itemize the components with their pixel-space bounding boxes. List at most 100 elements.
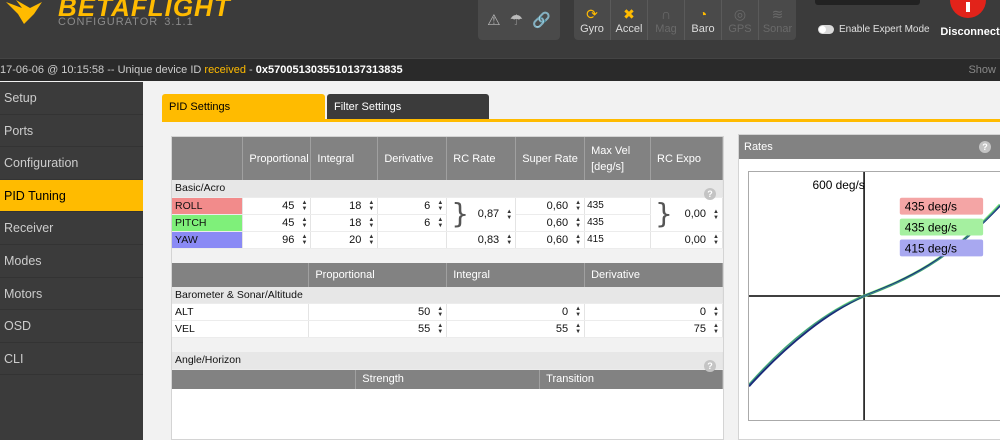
legend-yaw-label: 415 deg/s bbox=[905, 241, 957, 255]
alt-i-input[interactable]: 0 ▲ ▼ bbox=[446, 303, 586, 321]
row-label-alt: ALT bbox=[172, 303, 310, 321]
stepper-icon[interactable]: ▲ ▼ bbox=[300, 200, 307, 212]
alt-p-input[interactable]: 50 ▲ ▼ bbox=[308, 303, 448, 321]
yaw-rc-expo-input[interactable]: 0,00 ▲ ▼ bbox=[650, 231, 723, 249]
help-icon[interactable]: ? bbox=[704, 360, 716, 372]
brace-right: } bbox=[655, 196, 673, 230]
roll-super-rate-input[interactable]: 0,60 ▲ ▼ bbox=[515, 197, 586, 215]
max-rate-label: 600 deg/s bbox=[813, 178, 865, 192]
col-derivative: Derivative bbox=[377, 137, 448, 180]
warning-icon: ⚠ bbox=[487, 12, 501, 29]
toggle-switch[interactable] bbox=[818, 25, 834, 34]
sidebar-item-configuration[interactable]: Configuration bbox=[0, 147, 143, 180]
log-bar: 17-06-06 @ 10:15:58 -- Unique device ID … bbox=[0, 58, 1000, 81]
col-baro-derivative: Derivative bbox=[584, 262, 723, 287]
sensor-accel: ✖ Accel bbox=[611, 0, 648, 40]
disconnect-button[interactable]: Disconnect bbox=[938, 0, 1000, 58]
sidebar-item-receiver[interactable]: Receiver bbox=[0, 212, 143, 245]
rates-panel: Rates ? 600 deg/s 435 deg/s 435 deg/s 41… bbox=[738, 134, 1000, 440]
stepper-icon[interactable]: ▲ ▼ bbox=[436, 200, 443, 212]
mag-icon: ∩ bbox=[660, 6, 672, 22]
stepper-icon[interactable]: ▲ ▼ bbox=[436, 306, 443, 318]
yaw-i-input[interactable]: 20 ▲ ▼ bbox=[310, 231, 379, 249]
stepper-icon[interactable]: ▲ ▼ bbox=[367, 234, 374, 246]
pitch-max-vel: 435 bbox=[584, 214, 652, 232]
baro-icon: ◔ bbox=[698, 6, 708, 22]
stepper-icon[interactable]: ▲ ▼ bbox=[712, 234, 719, 246]
sensor-sonar: ≋ Sonar bbox=[762, 6, 793, 35]
app-logo: BETAFLIGHT CONFIGURATOR 3.1.1 bbox=[0, 0, 230, 40]
stepper-icon[interactable]: ▲ ▼ bbox=[505, 209, 512, 221]
roll-pitch-rc-expo-input[interactable]: } 0,00 ▲ ▼ bbox=[650, 196, 723, 232]
show-log-button[interactable]: Show bbox=[968, 59, 996, 81]
disconnect-icon[interactable] bbox=[950, 0, 986, 18]
expert-mode-label: Enable Expert Mode bbox=[839, 24, 930, 35]
roll-pitch-rc-rate-input[interactable]: } 0,87 ▲ ▼ bbox=[446, 197, 517, 232]
stepper-icon[interactable]: ▲ ▼ bbox=[300, 217, 307, 229]
roll-d-input[interactable]: 6 ▲ ▼ bbox=[377, 197, 448, 215]
col-max-vel: Max Vel [deg/s] bbox=[584, 137, 652, 180]
sonar-icon: ≋ bbox=[771, 6, 784, 22]
sidebar-item-modes[interactable]: Modes bbox=[0, 245, 143, 278]
link-icon: 🔗 bbox=[532, 12, 551, 29]
col-baro-proportional: Proportional bbox=[308, 262, 448, 287]
stepper-icon[interactable]: ▲ ▼ bbox=[574, 306, 581, 318]
brand-subtitle: CONFIGURATOR 3.1.1 bbox=[58, 16, 194, 28]
stepper-icon[interactable]: ▲ ▼ bbox=[436, 323, 443, 335]
stepper-icon[interactable]: ▲ ▼ bbox=[574, 323, 581, 335]
stepper-icon[interactable]: ▲ ▼ bbox=[712, 306, 719, 318]
row-label-vel: VEL bbox=[172, 320, 310, 338]
legend-roll-label: 435 deg/s bbox=[905, 200, 957, 214]
baro-table: Proportional Integral Derivative Baromet… bbox=[172, 262, 723, 338]
stepper-icon[interactable]: ▲ ▼ bbox=[367, 200, 374, 212]
sensor-status-bar: ⟳ Gyro ✖ Accel ∩ Mag ◔ Baro ◎ GPS ≋ Sona… bbox=[574, 0, 796, 40]
sidebar: Setup Ports Configuration PID Tuning Rec… bbox=[0, 82, 143, 440]
sensor-gps: ◎ GPS bbox=[722, 0, 759, 40]
sidebar-item-osd[interactable]: OSD bbox=[0, 310, 143, 343]
help-icon[interactable]: ? bbox=[979, 141, 991, 153]
tab-pid-settings[interactable]: PID Settings bbox=[162, 94, 325, 119]
sidebar-item-pid-tuning[interactable]: PID Tuning bbox=[0, 179, 143, 213]
stepper-icon[interactable]: ▲ ▼ bbox=[505, 234, 512, 246]
stepper-icon[interactable]: ▲ ▼ bbox=[574, 234, 581, 246]
vel-i-input[interactable]: 55 ▲ ▼ bbox=[446, 320, 586, 338]
tab-bar: PID Settings Filter Settings bbox=[162, 94, 491, 119]
pid-settings-panel: Proportional Integral Derivative RC Rate… bbox=[171, 136, 724, 440]
vel-p-input[interactable]: 55 ▲ ▼ bbox=[308, 320, 448, 338]
stepper-icon[interactable]: ▲ ▼ bbox=[574, 217, 581, 229]
version-label: 3.1.1 bbox=[164, 16, 194, 28]
col-rc-rate: RC Rate bbox=[446, 137, 517, 180]
yaw-p-input[interactable]: 96 ▲ ▼ bbox=[242, 231, 312, 249]
alt-d-input[interactable]: 0 ▲ ▼ bbox=[584, 303, 723, 321]
stepper-icon[interactable]: ▲ ▼ bbox=[574, 200, 581, 212]
pitch-d-input[interactable]: 6 ▲ ▼ bbox=[377, 214, 448, 232]
pitch-super-rate-input[interactable]: 0,60 ▲ ▼ bbox=[515, 214, 586, 232]
col-baro-integral: Integral bbox=[446, 262, 586, 287]
roll-p-input[interactable]: 45 ▲ ▼ bbox=[242, 197, 312, 215]
yaw-rc-rate-input[interactable]: 0,83 ▲ ▼ bbox=[446, 231, 517, 249]
log-message: -- Unique device ID bbox=[104, 64, 205, 76]
col-proportional: Proportional bbox=[242, 137, 312, 180]
gyro-icon: ⟳ bbox=[586, 6, 598, 22]
stepper-icon[interactable]: ▲ ▼ bbox=[712, 323, 719, 335]
stepper-icon[interactable]: ▲ ▼ bbox=[436, 217, 443, 229]
stepper-icon[interactable]: ▲ ▼ bbox=[712, 209, 719, 221]
rates-curve-graph: 600 deg/s 435 deg/s 435 deg/s 415 deg/s bbox=[748, 171, 1000, 421]
pitch-i-input[interactable]: 18 ▲ ▼ bbox=[310, 214, 379, 232]
stepper-icon[interactable]: ▲ ▼ bbox=[300, 234, 307, 246]
sidebar-item-motors[interactable]: Motors bbox=[0, 278, 143, 311]
expert-mode-toggle[interactable]: Enable Expert Mode bbox=[818, 24, 930, 35]
vel-d-input[interactable]: 75 ▲ ▼ bbox=[584, 320, 723, 338]
stepper-icon[interactable]: ▲ ▼ bbox=[367, 217, 374, 229]
yaw-super-rate-input[interactable]: 0,60 ▲ ▼ bbox=[515, 231, 586, 249]
tab-filter-settings[interactable]: Filter Settings bbox=[327, 94, 489, 119]
sidebar-item-setup[interactable]: Setup bbox=[0, 82, 143, 115]
sensor-baro: ◔ Baro bbox=[685, 0, 722, 40]
port-selector[interactable] bbox=[815, 0, 920, 5]
log-timestamp: 17-06-06 @ 10:15:58 bbox=[0, 64, 105, 76]
sidebar-item-cli[interactable]: CLI bbox=[0, 343, 143, 376]
roll-i-input[interactable]: 18 ▲ ▼ bbox=[310, 197, 379, 215]
accel-icon: ✖ bbox=[623, 6, 635, 22]
pitch-p-input[interactable]: 45 ▲ ▼ bbox=[242, 214, 312, 232]
sidebar-item-ports[interactable]: Ports bbox=[0, 115, 143, 148]
